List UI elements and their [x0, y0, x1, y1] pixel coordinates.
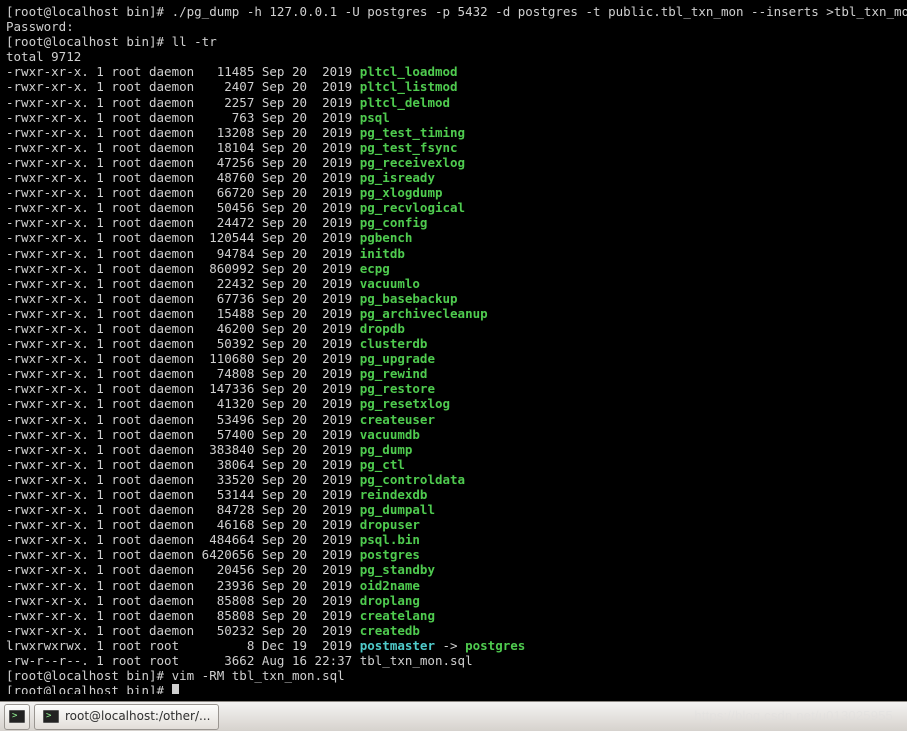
terminal-icon — [9, 710, 25, 723]
file-row: lrwxrwxrwx. 1 root root 8 Dec 19 2019 po… — [6, 638, 901, 653]
terminal-output[interactable]: [root@localhost bin]# ./pg_dump -h 127.0… — [0, 0, 907, 694]
file-row: -rwxr-xr-x. 1 root daemon 24472 Sep 20 2… — [6, 215, 901, 230]
file-row: -rwxr-xr-x. 1 root daemon 6420656 Sep 20… — [6, 547, 901, 562]
file-row: -rwxr-xr-x. 1 root daemon 383840 Sep 20 … — [6, 442, 901, 457]
file-row: -rwxr-xr-x. 1 root daemon 15488 Sep 20 2… — [6, 306, 901, 321]
file-row: -rwxr-xr-x. 1 root daemon 50232 Sep 20 2… — [6, 623, 901, 638]
file-row: -rwxr-xr-x. 1 root daemon 85808 Sep 20 2… — [6, 608, 901, 623]
file-row: -rwxr-xr-x. 1 root daemon 20456 Sep 20 2… — [6, 562, 901, 577]
file-row: -rwxr-xr-x. 1 root daemon 53144 Sep 20 2… — [6, 487, 901, 502]
cmd-vim: [root@localhost bin]# vim -RM tbl_txn_mo… — [6, 668, 901, 683]
cmd-pg-dump: [root@localhost bin]# ./pg_dump -h 127.0… — [6, 4, 901, 19]
file-row: -rwxr-xr-x. 1 root daemon 23936 Sep 20 2… — [6, 578, 901, 593]
cursor — [172, 684, 179, 694]
file-row: -rwxr-xr-x. 1 root daemon 763 Sep 20 201… — [6, 110, 901, 125]
file-row: -rwxr-xr-x. 1 root daemon 50456 Sep 20 2… — [6, 200, 901, 215]
file-row: -rwxr-xr-x. 1 root daemon 66720 Sep 20 2… — [6, 185, 901, 200]
file-row: -rwxr-xr-x. 1 root daemon 41320 Sep 20 2… — [6, 396, 901, 411]
file-row: -rwxr-xr-x. 1 root daemon 50392 Sep 20 2… — [6, 336, 901, 351]
file-row: -rwxr-xr-x. 1 root daemon 13208 Sep 20 2… — [6, 125, 901, 140]
file-row: -rwxr-xr-x. 1 root daemon 484664 Sep 20 … — [6, 532, 901, 547]
file-row: -rwxr-xr-x. 1 root daemon 18104 Sep 20 2… — [6, 140, 901, 155]
file-row: -rwxr-xr-x. 1 root daemon 85808 Sep 20 2… — [6, 593, 901, 608]
file-row: -rwxr-xr-x. 1 root daemon 860992 Sep 20 … — [6, 261, 901, 276]
taskbar-terminal-icon-button[interactable] — [4, 704, 30, 730]
file-row: -rw-r--r--. 1 root root 3662 Aug 16 22:3… — [6, 653, 901, 668]
file-row: -rwxr-xr-x. 1 root daemon 33520 Sep 20 2… — [6, 472, 901, 487]
file-row: -rwxr-xr-x. 1 root daemon 110680 Sep 20 … — [6, 351, 901, 366]
current-prompt-line[interactable]: [root@localhost bin]# — [6, 683, 901, 694]
file-row: -rwxr-xr-x. 1 root daemon 47256 Sep 20 2… — [6, 155, 901, 170]
file-row: -rwxr-xr-x. 1 root daemon 38064 Sep 20 2… — [6, 457, 901, 472]
file-row: -rwxr-xr-x. 1 root daemon 67736 Sep 20 2… — [6, 291, 901, 306]
file-row: -rwxr-xr-x. 1 root daemon 57400 Sep 20 2… — [6, 427, 901, 442]
file-row: -rwxr-xr-x. 1 root daemon 84728 Sep 20 2… — [6, 502, 901, 517]
file-row: -rwxr-xr-x. 1 root daemon 94784 Sep 20 2… — [6, 246, 901, 261]
file-row: -rwxr-xr-x. 1 root daemon 74808 Sep 20 2… — [6, 366, 901, 381]
taskbar: root@localhost:/other/... — [0, 701, 907, 731]
file-row: -rwxr-xr-x. 1 root daemon 2407 Sep 20 20… — [6, 79, 901, 94]
file-row: -rwxr-xr-x. 1 root daemon 46200 Sep 20 2… — [6, 321, 901, 336]
terminal-icon — [43, 710, 59, 723]
taskbar-window-button[interactable]: root@localhost:/other/... — [34, 704, 219, 730]
file-row: -rwxr-xr-x. 1 root daemon 120544 Sep 20 … — [6, 230, 901, 245]
total-line: total 9712 — [6, 49, 901, 64]
file-row: -rwxr-xr-x. 1 root daemon 22432 Sep 20 2… — [6, 276, 901, 291]
file-row: -rwxr-xr-x. 1 root daemon 2257 Sep 20 20… — [6, 95, 901, 110]
cmd-ll: [root@localhost bin]# ll -tr — [6, 34, 901, 49]
password-prompt: Password: — [6, 19, 901, 34]
file-row: -rwxr-xr-x. 1 root daemon 147336 Sep 20 … — [6, 381, 901, 396]
taskbar-window-label: root@localhost:/other/... — [65, 709, 210, 724]
file-row: -rwxr-xr-x. 1 root daemon 46168 Sep 20 2… — [6, 517, 901, 532]
file-row: -rwxr-xr-x. 1 root daemon 48760 Sep 20 2… — [6, 170, 901, 185]
file-row: -rwxr-xr-x. 1 root daemon 53496 Sep 20 2… — [6, 412, 901, 427]
file-row: -rwxr-xr-x. 1 root daemon 11485 Sep 20 2… — [6, 64, 901, 79]
